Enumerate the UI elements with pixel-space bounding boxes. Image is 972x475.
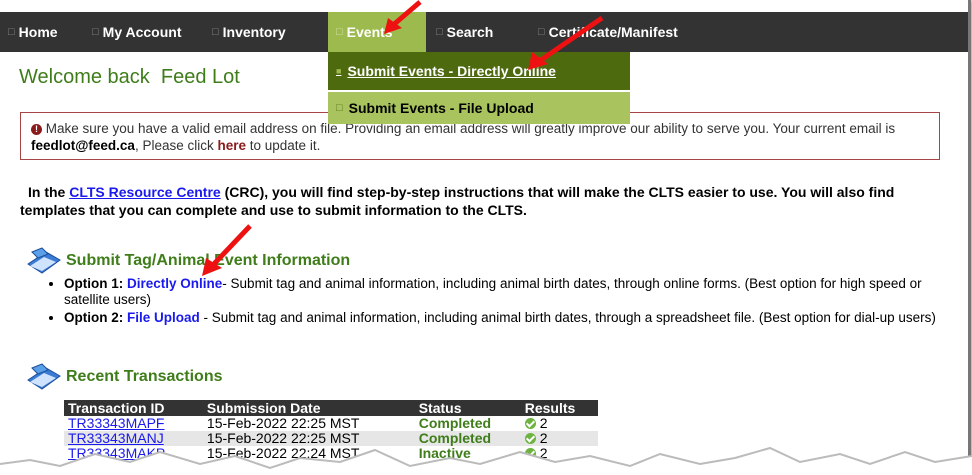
nav-bullet-icon: □: [436, 26, 443, 38]
book-icon: [27, 363, 61, 390]
transaction-id-link[interactable]: TR33343MAPF: [68, 415, 164, 431]
annotation-arrow-directly-online-link: [202, 224, 252, 276]
top-strip: [0, 0, 968, 12]
table-row: TR33343MAPF 15-Feb-2022 22:25 MST Comple…: [64, 416, 598, 431]
status: Completed: [418, 415, 492, 431]
list-item: Option 2: File Upload - Submit tag and a…: [64, 310, 964, 326]
nav-bullet-icon: □: [8, 26, 15, 38]
options-list: Option 1: Directly Online - Submit tag an…: [46, 276, 964, 328]
nav-bullet-icon: □: [212, 26, 219, 38]
results-cell: 2: [521, 416, 598, 431]
col-results: Results: [520, 400, 598, 416]
submit-section-heading: Submit Tag/Animal Event Information: [26, 246, 350, 276]
option-label: Option 1:: [64, 276, 124, 291]
col-transaction-id: Transaction ID: [64, 400, 203, 416]
table-header-row: Transaction ID Submission Date Status Re…: [64, 400, 598, 416]
book-icon: [27, 247, 61, 274]
crc-prefix: In the: [28, 184, 70, 200]
nav-home-label: Home: [18, 24, 58, 40]
page-frame: □ Home □ My Account □ Inventory □ Events □ Se…: [0, 0, 971, 470]
nav-bullet-icon: □: [336, 26, 343, 38]
option-label: Option 2:: [64, 310, 124, 325]
alert-text-2: , Please click: [134, 138, 218, 153]
list-item: Option 1: Directly Online- Submit tag an…: [64, 276, 964, 308]
annotation-arrow-directly-online-menu: [528, 15, 604, 70]
check-icon: [524, 418, 536, 429]
menu-item-submit-file-upload[interactable]: □ Submit Events - File Upload: [328, 90, 630, 124]
submission-date: 15-Feb-2022 22:25 MST: [206, 415, 360, 431]
option-text: - Submit tag and animal information, inc…: [199, 310, 936, 325]
alert-icon: !: [31, 124, 42, 135]
crc-paragraph: In the CLTS Resource Centre (CRC), you w…: [20, 183, 950, 219]
alert-text-3: to update it.: [246, 138, 321, 153]
alert-email: feedlot@feed.ca: [31, 138, 135, 153]
nav-search[interactable]: □ Search: [428, 12, 528, 52]
results-count: 2: [539, 415, 548, 431]
menu-item-label: Submit Events - File Upload: [348, 100, 534, 116]
nav-search-label: Search: [446, 24, 494, 40]
crc-link[interactable]: CLTS Resource Centre: [69, 184, 220, 200]
recent-section-heading: Recent Transactions: [26, 362, 223, 392]
nav-inventory[interactable]: □ Inventory: [204, 12, 324, 52]
option-file-upload-link[interactable]: File Upload: [127, 310, 200, 325]
torn-edge-decoration: [0, 446, 972, 475]
col-status: Status: [414, 400, 521, 416]
nav-home[interactable]: □ Home: [0, 12, 82, 52]
welcome-heading: Welcome back Feed Lot: [19, 66, 240, 88]
recent-section-title: Recent Transactions: [66, 368, 223, 385]
nav-inventory-label: Inventory: [222, 24, 286, 40]
alert-update-link[interactable]: here: [217, 138, 246, 153]
col-submission-date: Submission Date: [202, 400, 415, 416]
nav-my-account[interactable]: □ My Account: [84, 12, 204, 52]
nav-my-account-label: My Account: [102, 24, 182, 40]
option-directly-online-link[interactable]: Directly Online: [127, 276, 222, 291]
nav-bullet-icon: □: [92, 26, 99, 38]
annotation-arrow-events: [384, 0, 422, 34]
